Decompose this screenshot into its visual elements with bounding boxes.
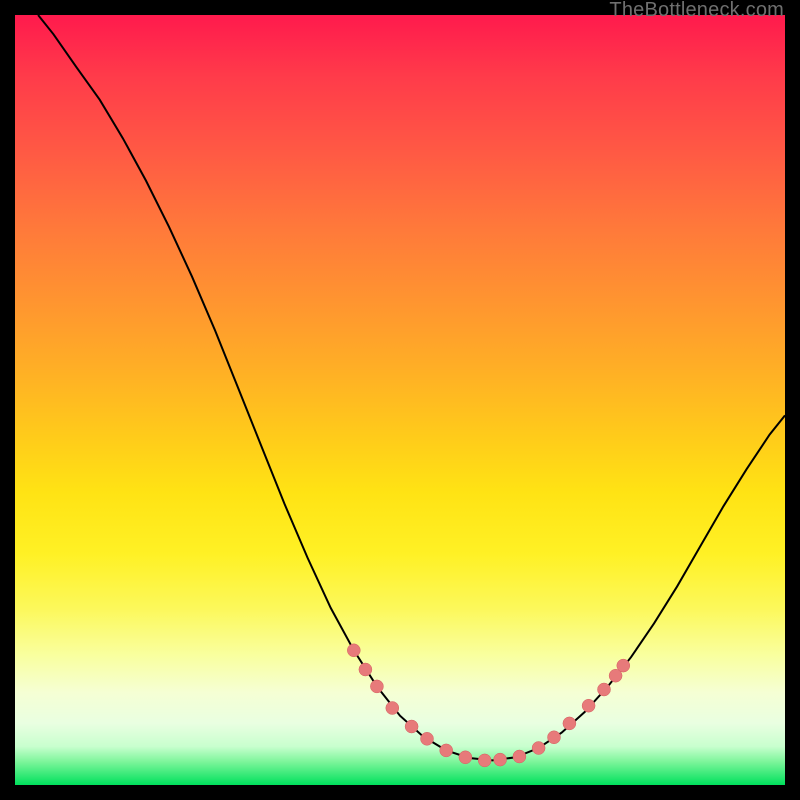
data-marker <box>359 663 372 676</box>
data-marker <box>548 731 561 744</box>
data-marker <box>532 742 545 755</box>
data-marker <box>440 744 453 757</box>
data-marker <box>617 659 630 672</box>
curve-markers <box>347 644 630 767</box>
data-marker <box>405 720 418 733</box>
data-marker <box>582 699 595 712</box>
data-marker <box>563 717 576 730</box>
chart-frame <box>15 15 785 785</box>
data-marker <box>478 754 491 767</box>
data-marker <box>386 702 399 715</box>
data-marker <box>513 750 526 763</box>
data-marker <box>347 644 360 657</box>
data-marker <box>370 680 383 693</box>
watermark-text: TheBottleneck.com <box>609 0 784 22</box>
data-marker <box>459 751 472 764</box>
data-marker <box>494 753 507 766</box>
data-marker <box>598 683 611 696</box>
data-marker <box>421 732 434 745</box>
curve-line <box>38 15 785 760</box>
bottleneck-curve-plot <box>15 15 785 785</box>
